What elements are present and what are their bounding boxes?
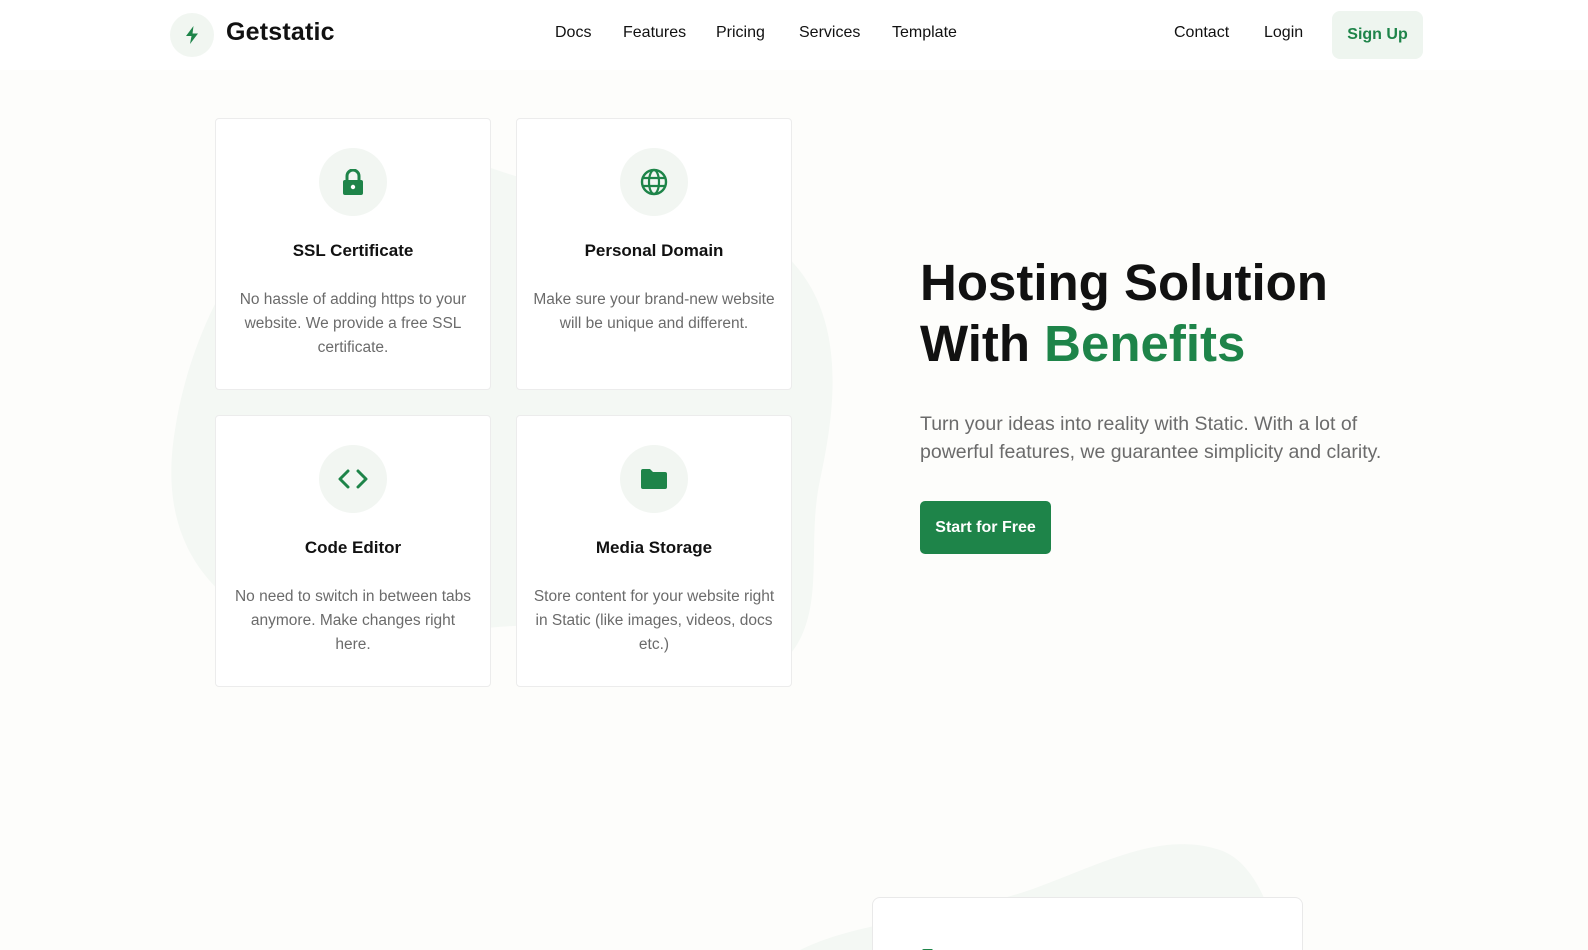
nav-item-template[interactable]: Template [892, 24, 957, 42]
feature-card-code-editor: Code Editor No need to switch in between… [215, 415, 491, 687]
nav-item-services[interactable]: Services [799, 24, 860, 42]
next-section-card [872, 897, 1303, 950]
feature-description: Store content for your website right in … [533, 588, 775, 653]
nav-item-docs[interactable]: Docs [555, 24, 591, 42]
feature-title: SSL Certificate [292, 241, 414, 260]
hero-title: Hosting Solution With Benefits [920, 252, 1520, 374]
lock-icon [343, 169, 363, 195]
feature-card-ssl: SSL Certificate No hassle of adding http… [215, 118, 491, 390]
feature-description: Make sure your brand-new website will be… [533, 291, 775, 332]
nav-contact[interactable]: Contact [1174, 24, 1229, 42]
nav-login[interactable]: Login [1264, 24, 1303, 42]
feature-title: Code Editor [304, 538, 402, 557]
globe-icon [640, 168, 668, 196]
feature-description: No need to switch in between tabs anymor… [234, 588, 472, 653]
hero-title-line2: With [920, 315, 1045, 372]
site-header: Getstatic Docs Features Pricing Services… [0, 0, 1588, 70]
feature-icon-circle [620, 148, 688, 216]
feature-card-media-storage: Media Storage Store content for your web… [516, 415, 792, 687]
feature-icon-circle [620, 445, 688, 513]
nav-item-features[interactable]: Features [623, 24, 686, 42]
feature-card-domain: Personal Domain Make sure your brand-new… [516, 118, 792, 390]
hero-title-line1: Hosting Solution [920, 254, 1328, 311]
hero-subtitle: Turn your ideas into reality with Static… [920, 413, 1382, 463]
hero-title-accent: Benefits [1044, 315, 1246, 372]
feature-title: Media Storage [595, 538, 713, 557]
nav-item-pricing[interactable]: Pricing [716, 24, 765, 42]
start-for-free-button[interactable]: Start for Free [920, 501, 1051, 554]
sign-up-button[interactable]: Sign Up [1332, 11, 1423, 59]
folder-icon [641, 469, 667, 489]
code-icon [338, 469, 368, 489]
feature-icon-circle [319, 148, 387, 216]
feature-title: Personal Domain [584, 241, 724, 260]
feature-description: No hassle of adding https to your websit… [239, 291, 467, 356]
feature-icon-circle [319, 445, 387, 513]
